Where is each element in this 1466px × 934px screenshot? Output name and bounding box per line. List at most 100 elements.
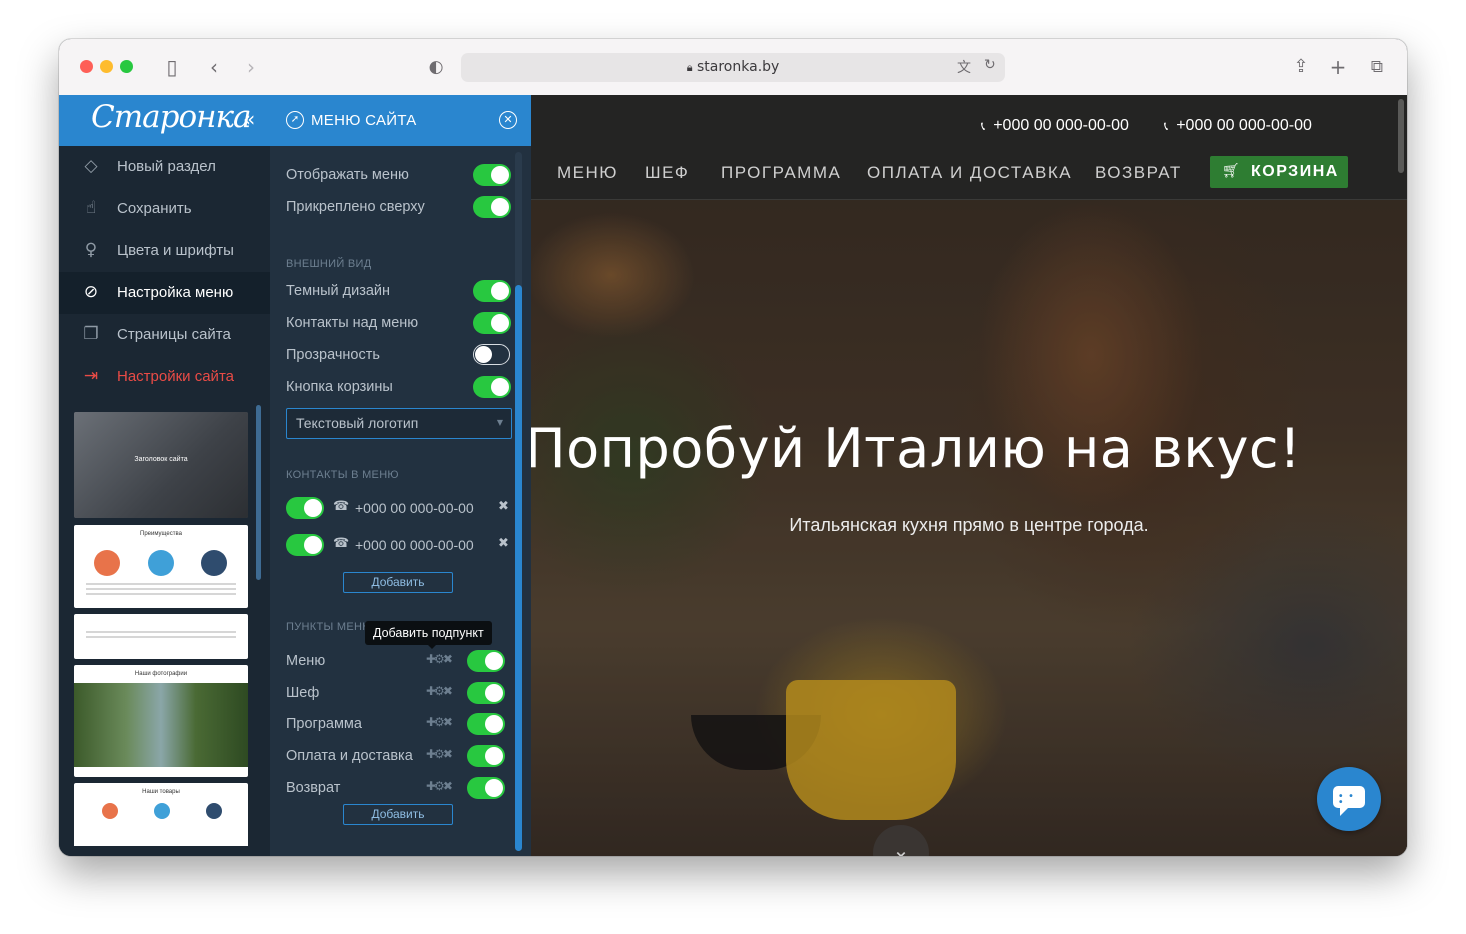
logo-type-select[interactable]: Текстовый логотип ▼ [286,408,512,439]
forest-photos [74,683,248,767]
menu-item-tools-icon[interactable]: ✚⚙✖ [426,652,453,666]
product-icon [206,803,222,819]
thumbnail-benefits[interactable]: Преимущества [74,525,248,608]
thumbnail-photos[interactable]: Наши фотографии [74,665,248,777]
contact-toggle[interactable] [286,534,324,556]
sidebar-item[interactable]: ❐ Страницы сайта [59,314,270,356]
thumbnail-header[interactable]: Заголовок сайта [74,412,248,518]
contact-phone-value[interactable]: +000 00 000-00-00 [355,500,474,516]
menu-item-row: Шеф ✚⚙✖ [286,680,511,706]
sidebar-item[interactable]: ◇ Новый раздел [59,146,270,188]
contact-phone-value[interactable]: +000 00 000-00-00 [355,537,474,553]
menu-item-tools-icon[interactable]: ✚⚙✖ [426,747,453,761]
site-nav-returns[interactable]: ВОЗВРАТ [1095,163,1182,183]
menu-item-toggle[interactable] [467,713,505,736]
setting-label: Отображать меню [286,167,409,183]
close-window-button[interactable] [80,60,93,73]
forward-icon[interactable]: › [239,55,263,79]
tabs-icon[interactable]: ⧉ [1365,55,1389,79]
contact-row: ☎ +000 00 000-00-00 ✖ [286,495,511,521]
setting-toggle[interactable] [473,376,511,398]
exit-icon: ⇥ [83,366,99,386]
setting-toggle[interactable] [473,164,511,186]
thumbnail-text[interactable] [74,614,248,659]
translate-icon[interactable]: 文 [957,57,971,77]
site-nav-menu[interactable]: МЕНЮ [557,163,618,183]
menu-item-tools-icon[interactable]: ✚⚙✖ [426,715,453,729]
benefit-icon [201,550,227,576]
menu-item-row: Меню ✚⚙✖ [286,648,511,674]
chat-icon: • • • [1333,786,1365,816]
menu-item-label[interactable]: Возврат [286,780,340,796]
minimize-window-button[interactable] [100,60,113,73]
add-menu-item-button[interactable]: Добавить [343,804,453,825]
compass-icon: ➚ [286,111,304,129]
phone-icon: ☎ [333,499,350,514]
address-bar[interactable]: 🔒︎ staronka.by 文 ↻ [461,53,1005,82]
new-tab-icon[interactable]: + [1326,55,1350,79]
benefit-icon [94,550,120,576]
lock-icon: 🔒︎ [686,61,693,74]
panel-title: МЕНЮ САЙТА [311,112,417,129]
setting-row: Темный дизайн [286,278,511,304]
logo[interactable]: Старонка [91,99,252,135]
menu-item-toggle[interactable] [467,745,505,768]
sidebar-scrollbar[interactable] [256,405,261,580]
thumbnail-products[interactable]: Наши товары [74,783,248,846]
panel-scrollbar-thumb[interactable] [515,285,522,851]
menu-item-label[interactable]: Шеф [286,685,319,701]
contact-toggle[interactable] [286,497,324,519]
compass-icon: ⊘ [83,282,99,302]
laptop-image [74,412,248,518]
add-contact-button[interactable]: Добавить [343,572,453,593]
header-phone[interactable]: 📞︎ +000 00 000-00-00 [981,117,1129,135]
menu-item-label[interactable]: Программа [286,716,362,732]
product-icon [154,803,170,819]
section-thumbnails: Заголовок сайта Преимущества Наши фотогр… [74,412,249,846]
sidebar-item[interactable]: ⊘ Настройка меню [59,272,270,314]
menu-item-toggle[interactable] [467,650,505,672]
menu-item-tools-icon[interactable]: ✚⚙✖ [426,684,453,698]
new-section-icon: ◇ [84,156,98,176]
menu-item-tools-icon[interactable]: ✚⚙✖ [426,779,453,793]
share-icon[interactable]: ⇪ [1289,55,1313,79]
sidebar-item[interactable]: ♀ Цвета и шрифты [59,230,270,272]
website-preview: 📞︎ +000 00 000-00-00 📞︎ +000 00 000-00-00 … [531,95,1407,856]
header-phone[interactable]: 📞︎ +000 00 000-00-00 [1164,117,1312,135]
site-nav-delivery[interactable]: ОПЛАТА И ДОСТАВКА [867,163,1072,183]
setting-row: Отображать меню [286,162,511,188]
setting-toggle[interactable] [473,280,511,302]
select-value: Текстовый логотип [296,415,419,431]
menu-item-label[interactable]: Оплата и доставка [286,748,413,764]
menu-item-row: Оплата и доставка ✚⚙✖ [286,743,511,769]
shield-icon[interactable]: ◐ [424,55,448,79]
chat-button[interactable]: • • • [1317,767,1381,831]
delete-contact-icon[interactable]: ✖ [498,536,509,551]
zoom-window-button[interactable] [120,60,133,73]
setting-row: Прикреплено сверху [286,194,511,220]
panel-scrollbar[interactable] [515,152,522,851]
menu-item-toggle[interactable] [467,776,505,799]
site-nav-chef[interactable]: ШЕФ [645,163,689,183]
site-scrollbar[interactable] [1398,99,1404,173]
url-text: 🔒︎ staronka.by [686,59,780,75]
delete-contact-icon[interactable]: ✖ [498,499,509,514]
back-icon[interactable]: ‹ [202,55,226,79]
sidebar-item-label: Страницы сайта [117,326,231,343]
cart-button[interactable]: 🛒︎ КОРЗИНА [1210,156,1348,188]
sidebar-toggle-icon[interactable]: ▯ [160,55,184,79]
sidebar-item[interactable]: ☝ Сохранить [59,188,270,230]
setting-toggle[interactable] [473,312,511,334]
appearance-heading: ВНЕШНИЙ ВИД [286,258,372,270]
product-icon [102,803,118,819]
setting-toggle[interactable] [473,344,510,365]
collapse-sidebar-button[interactable]: « [243,107,255,131]
sidebar-item[interactable]: ⇥ Настройки сайта [59,356,270,398]
reload-icon[interactable]: ↻ [984,57,996,73]
menu-item-toggle[interactable] [467,681,505,704]
setting-toggle[interactable] [473,196,511,218]
lightbulb-icon: ♀ [84,240,98,260]
close-panel-button[interactable]: ✕ [499,111,517,129]
site-nav-program[interactable]: ПРОГРАММА [721,163,841,183]
menu-item-label[interactable]: Меню [286,653,325,669]
